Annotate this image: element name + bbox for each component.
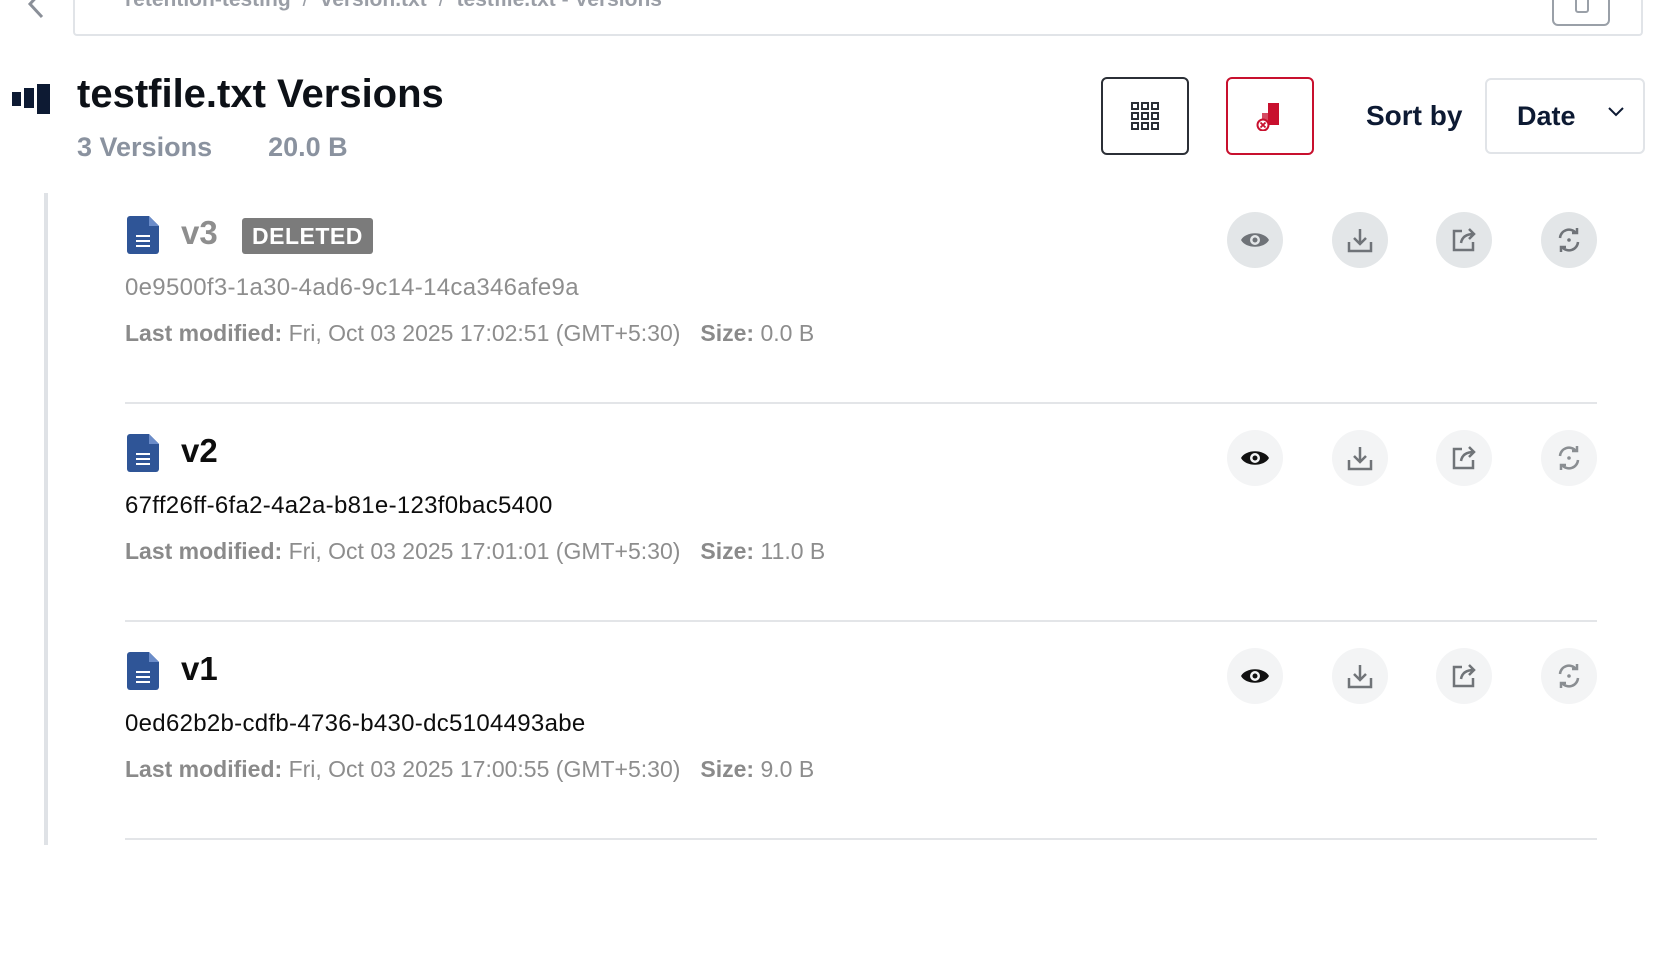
object-summary: 3 Versions 20.0 B: [77, 132, 348, 163]
breadcrumb-item-bucket[interactable]: retention-testing: [125, 0, 291, 11]
version-name: v2: [181, 432, 218, 469]
restore-icon: [1558, 446, 1580, 470]
share-button[interactable]: [1436, 212, 1492, 268]
show-deleted-button[interactable]: [1226, 77, 1314, 155]
version-meta: Last modified: Fri, Oct 03 2025 17:01:01…: [125, 538, 825, 565]
version-timeline: [44, 193, 48, 845]
last-modified-value: Fri, Oct 03 2025 17:02:51 (GMT+5:30): [288, 320, 681, 346]
share-icon: [1452, 664, 1476, 688]
breadcrumb-separator: /: [439, 0, 445, 11]
share-button[interactable]: [1436, 648, 1492, 704]
version-id: 67ff26ff-6fa2-4a2a-b81e-123f0bac5400: [125, 492, 553, 519]
version-id: 0ed62b2b-cdfb-4736-b430-dc5104493abe: [125, 710, 586, 737]
size-value: 0.0 B: [760, 320, 815, 346]
breadcrumb-path: retention-testing / version.txt / testfile.t…: [125, 0, 662, 12]
last-modified-label: Last modified:: [125, 538, 283, 564]
breadcrumb-bar: retention-testing / version.txt / testfile.t…: [0, 0, 1668, 38]
download-button[interactable]: [1332, 212, 1388, 268]
size-label: Size:: [700, 756, 755, 782]
text-file-icon: [127, 434, 159, 477]
download-icon: [1347, 229, 1373, 253]
size-value: 9.0 B: [760, 756, 815, 782]
page-title: testfile.txt Versions: [77, 72, 444, 116]
download-icon: [1347, 447, 1373, 471]
sort-selected-value: Date: [1517, 100, 1576, 131]
preview-button[interactable]: [1227, 212, 1283, 268]
download-button[interactable]: [1332, 648, 1388, 704]
restore-button[interactable]: [1541, 212, 1597, 268]
version-name: v3: [181, 214, 218, 251]
version-item-v2[interactable]: v2 67ff26ff-6fa2-4a2a-b81e-123f0bac5400 …: [125, 404, 1597, 622]
versions-count: 3 Versions: [77, 132, 213, 162]
version-id: 0e9500f3-1a30-4ad6-9c14-14ca346afe9a: [125, 274, 579, 301]
download-button[interactable]: [1332, 430, 1388, 486]
share-icon: [1452, 446, 1476, 470]
breadcrumb-item-current: testfile.txt - Versions: [457, 0, 662, 11]
restore-button[interactable]: [1541, 648, 1597, 704]
download-icon: [1347, 665, 1373, 689]
restore-button[interactable]: [1541, 430, 1597, 486]
restore-icon: [1558, 664, 1580, 688]
last-modified-label: Last modified:: [125, 756, 283, 782]
sort-by-label: Sort by: [1366, 100, 1463, 131]
eye-icon: [1241, 451, 1269, 465]
deleted-badge: DELETED: [242, 218, 373, 254]
preview-button[interactable]: [1227, 430, 1283, 486]
size-value: 11.0 B: [760, 538, 826, 564]
size-label: Size:: [700, 538, 755, 564]
grid-view-button[interactable]: [1101, 77, 1189, 155]
version-name: v1: [181, 650, 218, 687]
preview-button[interactable]: [1227, 648, 1283, 704]
breadcrumb-separator: /: [303, 0, 309, 11]
back-button[interactable]: [18, 0, 54, 22]
deleted-objects-icon: [1256, 103, 1279, 131]
size-label: Size:: [700, 320, 755, 346]
share-button[interactable]: [1436, 430, 1492, 486]
text-file-icon: [127, 652, 159, 695]
eye-icon: [1241, 669, 1269, 683]
copy-icon: [1575, 0, 1589, 13]
version-meta: Last modified: Fri, Oct 03 2025 17:00:55…: [125, 756, 814, 783]
version-item-v3[interactable]: v3 DELETED 0e9500f3-1a30-4ad6-9c14-14ca3…: [125, 186, 1597, 404]
versions-stack-icon: [12, 84, 52, 119]
total-size: 20.0 B: [268, 132, 348, 162]
breadcrumb-item-folder[interactable]: version.txt: [321, 0, 427, 11]
grid-icon: [1131, 102, 1159, 130]
last-modified-value: Fri, Oct 03 2025 17:01:01 (GMT+5:30): [288, 538, 681, 564]
copy-path-button[interactable]: [1552, 0, 1610, 26]
version-meta: Last modified: Fri, Oct 03 2025 17:02:51…: [125, 320, 814, 347]
version-item-v1[interactable]: v1 0ed62b2b-cdfb-4736-b430-dc5104493abe …: [125, 622, 1597, 840]
share-icon: [1452, 228, 1476, 252]
last-modified-label: Last modified:: [125, 320, 283, 346]
chevron-down-icon: [1608, 107, 1624, 117]
chevron-left-icon: [27, 0, 44, 19]
restore-icon: [1558, 228, 1580, 252]
last-modified-value: Fri, Oct 03 2025 17:00:55 (GMT+5:30): [288, 756, 681, 782]
eye-icon: [1241, 233, 1269, 247]
sort-select[interactable]: Date: [1485, 78, 1645, 154]
text-file-icon: [127, 216, 159, 259]
